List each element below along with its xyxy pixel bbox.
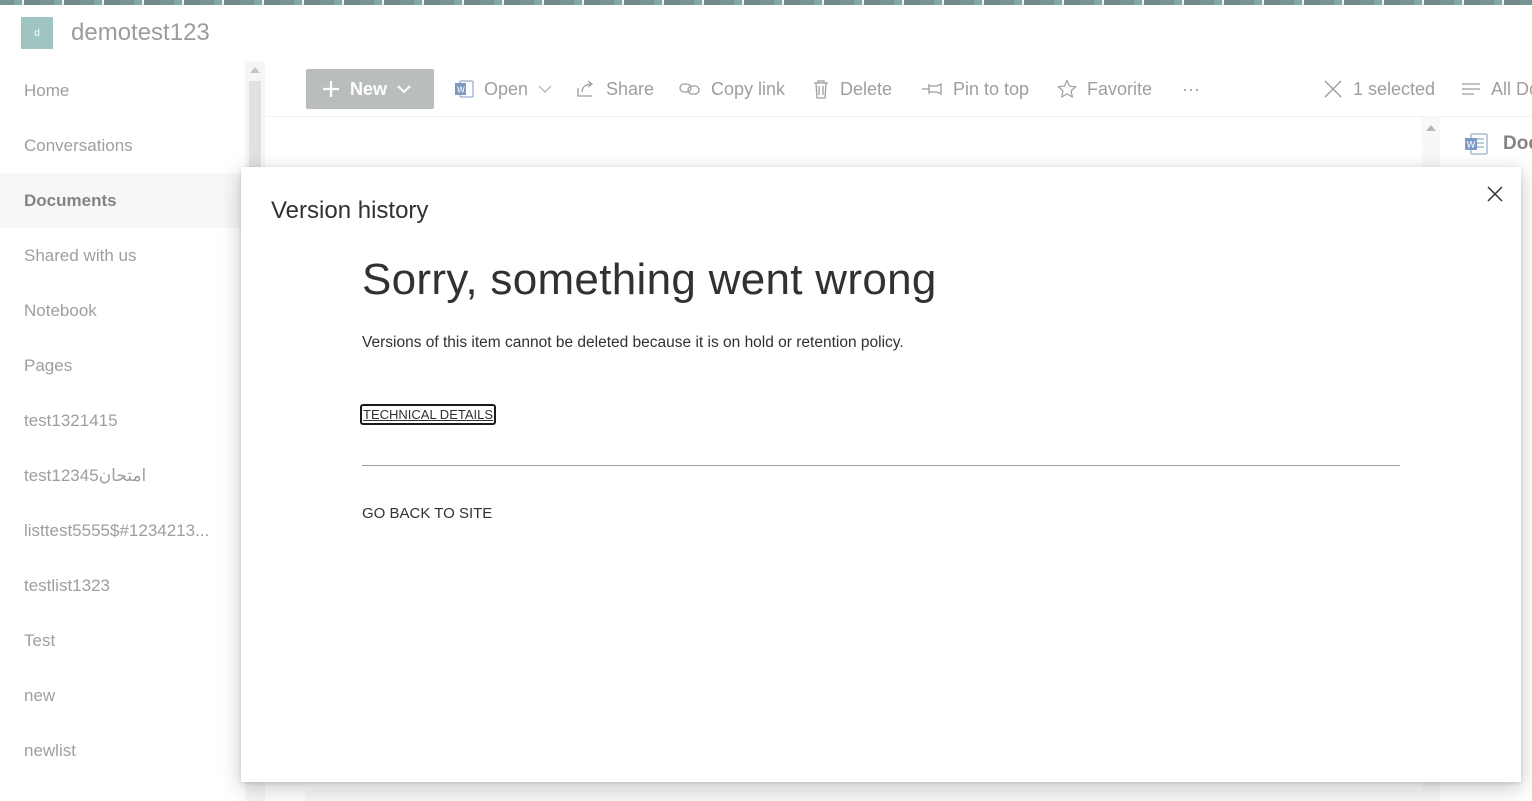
go-back-to-site-link[interactable]: GO BACK TO SITE <box>362 505 492 522</box>
close-dialog-button[interactable] <box>1484 183 1506 205</box>
dialog-title: Version history <box>271 197 429 224</box>
version-history-dialog: Version history Sorry, something went wr… <box>241 167 1521 782</box>
technical-details-button[interactable]: TECHNICAL DETAILS <box>360 404 497 425</box>
error-message: Versions of this item cannot be deleted … <box>362 334 904 351</box>
error-heading: Sorry, something went wrong <box>362 255 937 304</box>
divider <box>362 465 1400 466</box>
close-icon <box>1487 186 1503 202</box>
